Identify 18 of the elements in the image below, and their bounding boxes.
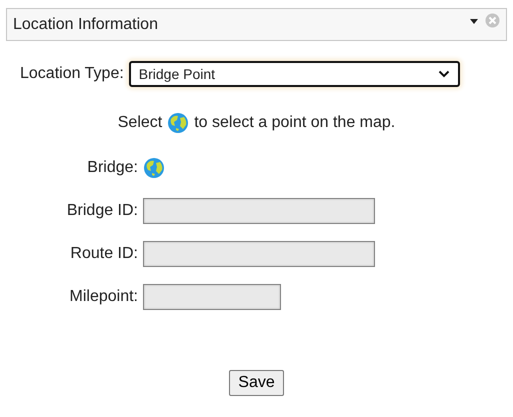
field-label: Route ID: <box>69 245 138 263</box>
close-icon[interactable] <box>485 13 500 28</box>
panel-title: Location Information <box>13 16 158 34</box>
input-field[interactable] <box>143 284 281 310</box>
chevron-icon <box>438 70 450 78</box>
input-field[interactable] <box>143 198 375 224</box>
field-label: Bridge ID: <box>66 202 138 220</box>
globe-icon[interactable] <box>143 157 165 179</box>
instruction-text: Select <box>118 114 162 132</box>
instruction-text: to select a point on the map. <box>194 114 396 132</box>
field-label: Milepoint: <box>68 288 138 306</box>
save-button[interactable]: Save <box>229 370 284 396</box>
caret-icon[interactable] <box>469 16 479 24</box>
field-label: Bridge: <box>86 159 138 177</box>
globe-icon[interactable] <box>167 112 190 134</box>
field-label: Location Type: <box>20 65 124 83</box>
input-field[interactable] <box>143 241 375 267</box>
location-type-dropdown[interactable]: Bridge Point <box>128 61 460 87</box>
